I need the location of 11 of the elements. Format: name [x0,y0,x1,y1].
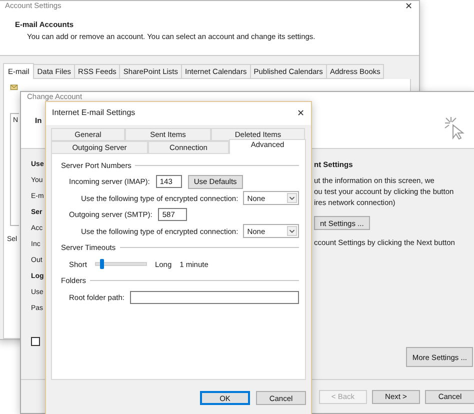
mail-icon[interactable] [10,83,18,91]
slider-thumb[interactable] [100,259,104,270]
cursor-icon [443,116,465,140]
chevron-down-icon [287,193,297,204]
timeout-slider[interactable] [94,262,147,266]
dialog-title: Internet E-mail Settings [52,109,136,118]
checkbox[interactable] [31,337,40,346]
close-button[interactable]: ✕ [405,2,413,11]
chevron-down-icon [287,226,297,236]
root-folder-field[interactable] [130,290,299,304]
close-button[interactable]: ✕ [297,109,305,118]
